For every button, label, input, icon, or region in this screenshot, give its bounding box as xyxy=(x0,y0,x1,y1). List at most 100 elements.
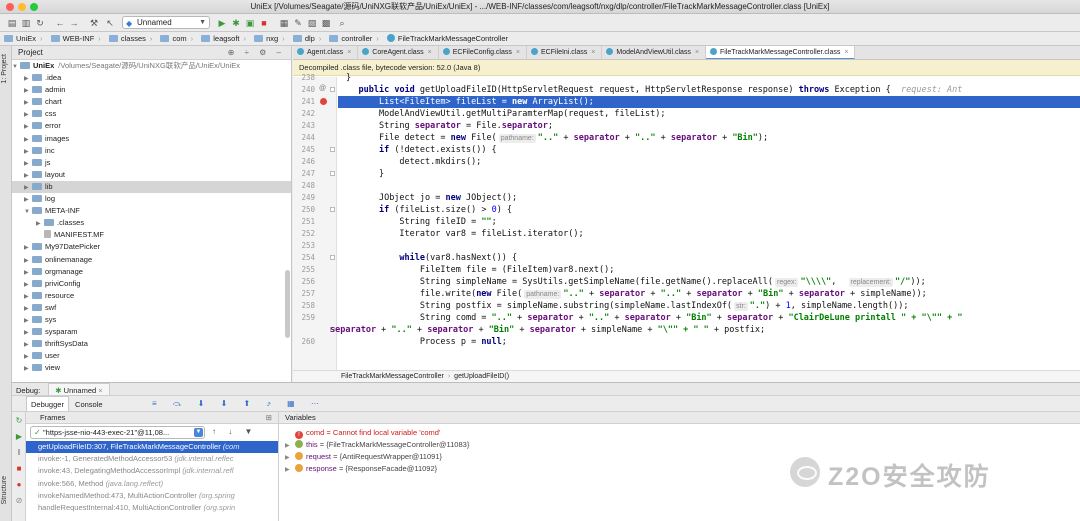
tree-item[interactable]: ▶ .idea xyxy=(12,72,291,84)
stack-frame[interactable]: invoke:-1, GeneratedMethodAccessor53 (jd… xyxy=(26,453,278,465)
tree-item[interactable]: ▶ css xyxy=(12,108,291,120)
stack-frame[interactable]: getUploadFileID:307, FileTrackMarkMessag… xyxy=(26,441,278,454)
debug-icon[interactable]: ✱ xyxy=(230,17,242,29)
tree-item[interactable]: ▶ orgmanage xyxy=(12,266,291,278)
mute-breakpoints-icon[interactable]: ⊘ xyxy=(15,496,23,505)
tree-item[interactable]: ▶ js xyxy=(12,157,291,169)
close-tab-icon[interactable]: × xyxy=(347,49,351,56)
coverage-icon[interactable]: ▣ xyxy=(244,17,256,29)
stack-frame[interactable]: invokeNamedMethod:473, MultiActionContro… xyxy=(26,490,278,502)
breadcrumb-item[interactable]: nxg › xyxy=(250,32,287,45)
back-arrow-icon[interactable]: ← xyxy=(54,17,66,29)
view-breakpoints-icon[interactable]: ● xyxy=(15,480,23,489)
fold-marker-icon[interactable] xyxy=(330,255,335,260)
editor-tab[interactable]: ECFileConfig.class × xyxy=(439,46,527,59)
tree-item[interactable]: ▶ sys xyxy=(12,314,291,326)
close-tab-icon[interactable]: × xyxy=(591,49,595,56)
expand-arrow-icon[interactable]: ▶ xyxy=(24,363,32,375)
breadcrumb-item[interactable]: leagsoft › xyxy=(197,32,248,45)
module-icon[interactable]: ▩ xyxy=(320,17,332,29)
sdk-icon[interactable]: ▧ xyxy=(306,17,318,29)
code-area[interactable]: } public void getUploadFileID(HttpServle… xyxy=(330,73,1080,370)
expand-arrow-icon[interactable]: ▶ xyxy=(285,464,295,476)
tree-item[interactable]: ▶ view xyxy=(12,362,291,374)
close-tab-icon[interactable]: × xyxy=(844,49,848,56)
editor-breadcrumb-class[interactable]: FileTrackMarkMessageController xyxy=(341,373,444,380)
cursor-icon[interactable]: ↖ xyxy=(104,17,116,29)
open-folder-icon[interactable]: ▤ xyxy=(6,17,18,29)
tab-debugger[interactable]: Debugger xyxy=(26,396,69,411)
tree-item[interactable]: ▶ inc xyxy=(12,145,291,157)
variable-row[interactable]: ▶ this = {FileTrackMarkMessageController@… xyxy=(279,439,1080,451)
resume-icon[interactable]: ▶ xyxy=(15,432,23,441)
tree-item[interactable]: ▶ resource xyxy=(12,290,291,302)
run-icon[interactable]: ▶ xyxy=(216,17,228,29)
window-close-button[interactable] xyxy=(6,3,14,11)
window-maximize-button[interactable] xyxy=(30,3,38,11)
sync-icon[interactable]: ↻ xyxy=(34,17,46,29)
tree-item[interactable]: ▶ thriftSysData xyxy=(12,338,291,350)
tree-item[interactable]: ▶ swf xyxy=(12,302,291,314)
close-tab-icon[interactable]: × xyxy=(516,49,520,56)
close-tab-icon[interactable]: × xyxy=(695,49,699,56)
tree-item[interactable]: ▶ sysparam xyxy=(12,326,291,338)
tree-item[interactable]: ▶ lib xyxy=(12,180,291,194)
forward-arrow-icon[interactable]: → xyxy=(68,17,80,29)
tree-item[interactable]: ▶ user xyxy=(12,350,291,362)
breadcrumb-item[interactable]: UniEx › xyxy=(0,32,45,45)
breadcrumb-item[interactable]: classes › xyxy=(105,32,155,45)
close-icon[interactable]: × xyxy=(98,386,102,395)
breadcrumb-item[interactable]: com › xyxy=(156,32,195,45)
project-structure-icon[interactable]: ▦ xyxy=(278,17,290,29)
build-hammer-icon[interactable]: ⚒ xyxy=(88,17,100,29)
stack-frame[interactable]: handleRequestInternal:410, MultiActionCo… xyxy=(26,502,278,514)
tree-item[interactable]: ▶ layout xyxy=(12,169,291,181)
stack-frame[interactable]: invoke:43, DelegatingMethodAccessorImpl … xyxy=(26,465,278,477)
tree-item[interactable]: ▶ admin xyxy=(12,84,291,96)
variable-row[interactable]: ! comd = Cannot find local variable 'comd… xyxy=(279,427,1080,439)
tab-console[interactable]: Console xyxy=(71,397,107,413)
breadcrumb-item[interactable]: FileTrackMarkMessageController xyxy=(383,32,510,45)
tree-item[interactable]: ▼ META-INF xyxy=(12,205,291,217)
editor-tab[interactable]: CoreAgent.class × xyxy=(358,46,439,59)
rerun-icon[interactable]: ↻ xyxy=(15,416,23,425)
frame-navigation-icons[interactable]: ↑ ↓ ▼ xyxy=(212,427,257,436)
search-icon[interactable]: ⌕ xyxy=(336,17,348,29)
editor-tab[interactable]: ModelAndViewUtil.class × xyxy=(602,46,707,59)
tree-item[interactable]: ▶ images xyxy=(12,133,291,145)
tree-item[interactable]: ▶ error xyxy=(12,120,291,132)
breakpoint-icon[interactable] xyxy=(320,98,327,105)
editor-tab[interactable]: Agent.class × xyxy=(293,46,359,59)
tree-item[interactable]: ▶ My97DatePicker xyxy=(12,241,291,253)
tab-structure[interactable]: Structure xyxy=(1,476,8,504)
stepping-toolbar[interactable]: ≡ ⤼ ⬇ ⬇ ⬆ ⤴ ▦ ⋯ xyxy=(152,396,326,412)
window-minimize-button[interactable] xyxy=(18,3,26,11)
tree-item[interactable]: ▶ log xyxy=(12,193,291,205)
tree-item[interactable]: ▶ .classes xyxy=(12,217,291,229)
stack-frame[interactable]: invoke:566, Method (java.lang.reflect) xyxy=(26,478,278,490)
breadcrumb-item[interactable]: WEB-INF › xyxy=(47,32,103,45)
fold-marker-icon[interactable] xyxy=(330,87,335,92)
restore-layout-icon[interactable]: ⊞ xyxy=(266,412,272,424)
settings-wrench-icon[interactable]: ✎ xyxy=(292,17,304,29)
save-all-icon[interactable]: ▥ xyxy=(20,17,32,29)
tree-item[interactable]: MANIFEST.MF xyxy=(12,229,291,241)
close-tab-icon[interactable]: × xyxy=(428,49,432,56)
breadcrumb-item[interactable]: dlp › xyxy=(289,32,324,45)
tree-root[interactable]: ▼ UniEx/Volumes/Seagate/源码/UniNXG联软产品/Uni… xyxy=(12,60,291,72)
editor-tab[interactable]: ECFileIni.class × xyxy=(527,46,603,59)
tree-item[interactable]: ▶ onlinemanage xyxy=(12,254,291,266)
tree-item[interactable]: ▶ chart xyxy=(12,96,291,108)
fold-marker-icon[interactable] xyxy=(330,147,335,152)
fold-marker-icon[interactable] xyxy=(330,207,335,212)
thread-select[interactable]: ✓ "https-jsse-nio-443-exec-21"@11,08... … xyxy=(30,426,205,439)
panel-header-icons[interactable]: ⊕ ÷ ⚙ – xyxy=(228,46,285,60)
editor-breadcrumb-method[interactable]: getUploadFileID() xyxy=(454,373,509,380)
editor-tab[interactable]: FileTrackMarkMessageController.class × xyxy=(706,46,856,59)
breadcrumb-item[interactable]: controller › xyxy=(325,32,380,45)
tree-item[interactable]: ▶ priviConfig xyxy=(12,278,291,290)
pause-icon[interactable]: ‖ xyxy=(15,448,23,457)
fold-marker-icon[interactable] xyxy=(330,171,335,176)
stop-icon[interactable]: ■ xyxy=(258,17,270,29)
run-configuration-select[interactable]: ◆ Unnamed ▼ xyxy=(122,16,210,29)
